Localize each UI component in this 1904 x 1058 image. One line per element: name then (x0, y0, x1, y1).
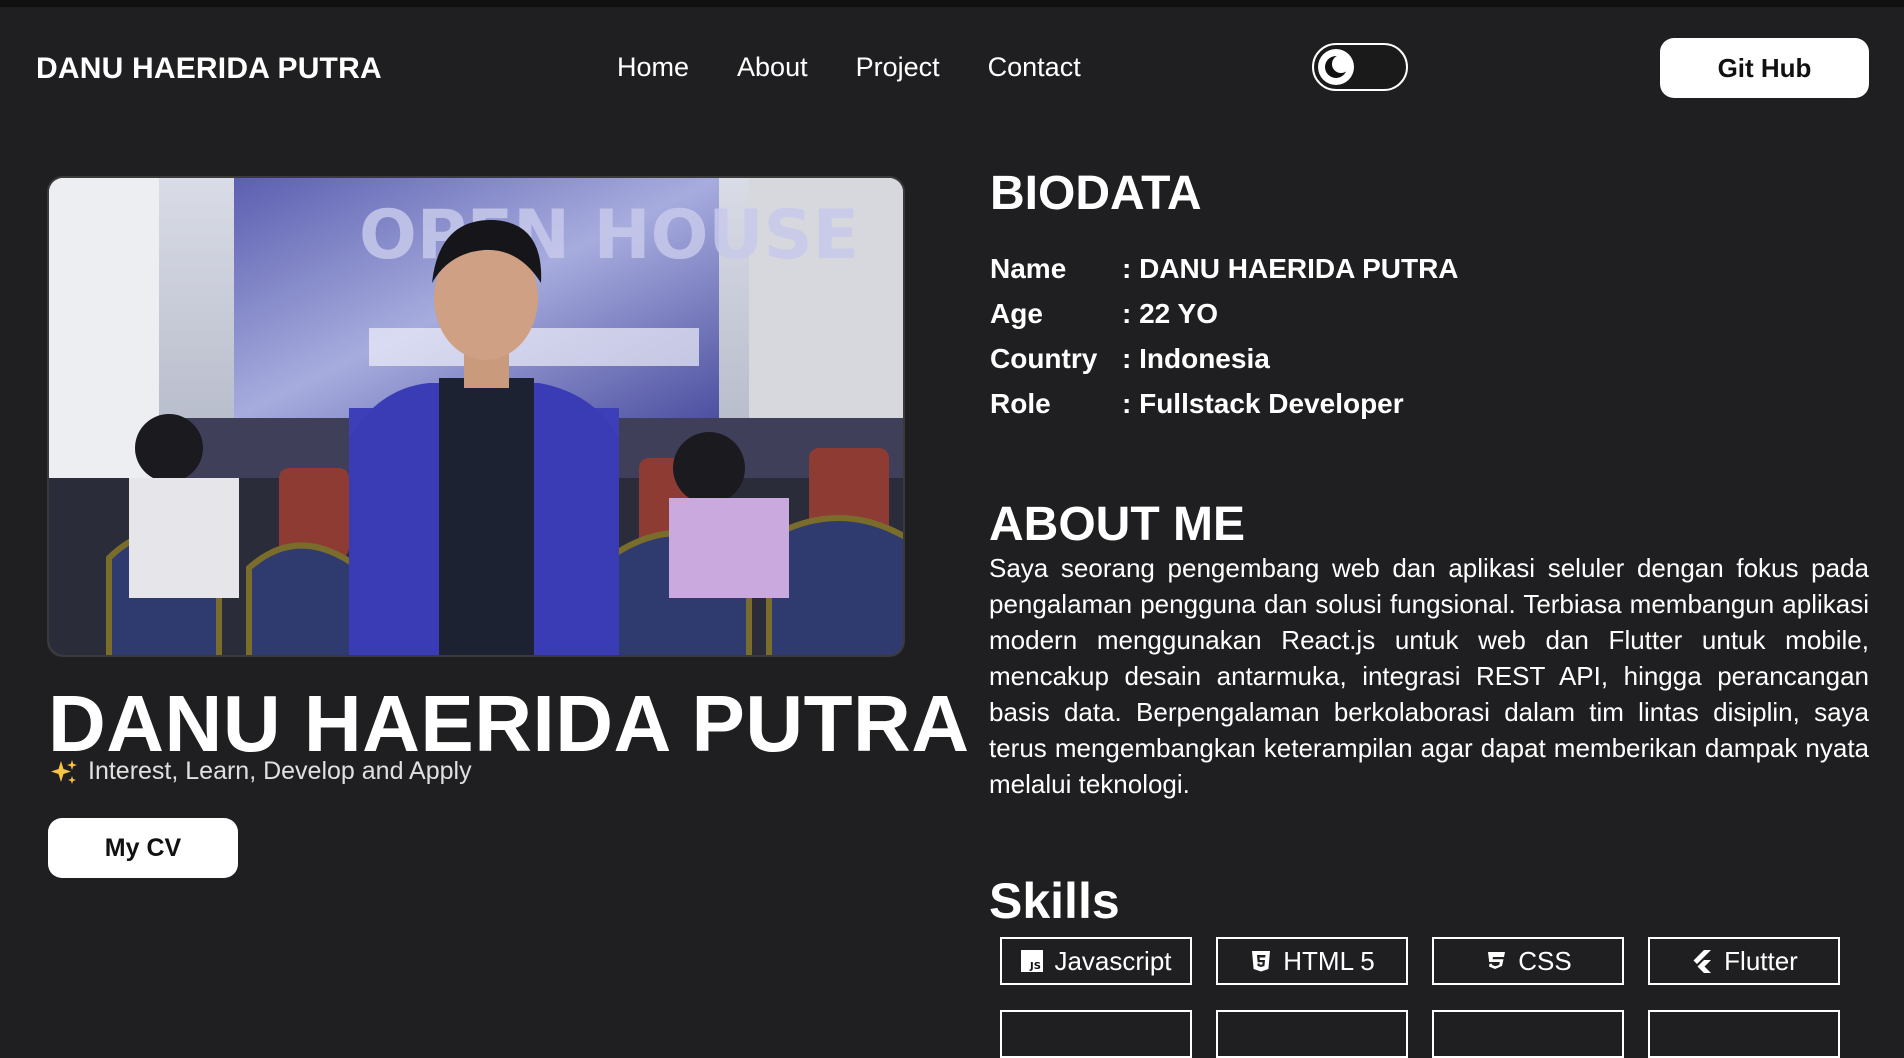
svg-text:JS: JS (1029, 961, 1041, 972)
skill-html5[interactable]: HTML 5 (1216, 937, 1408, 985)
biodata-value: : Indonesia (1122, 342, 1270, 374)
main-nav: Home About Project Contact (617, 52, 1129, 83)
biodata-key: Age (990, 297, 1043, 329)
site-brand[interactable]: DANU HAERIDA PUTRA (36, 52, 382, 86)
biodata-row: Age : 22 YO (990, 291, 1459, 336)
nav-contact[interactable]: Contact (988, 52, 1081, 83)
biodata-row: Name : DANU HAERIDA PUTRA (990, 246, 1459, 291)
biodata-key: Role (990, 387, 1051, 419)
skill-javascript[interactable]: JS Javascript (1000, 937, 1192, 985)
skill-label: HTML 5 (1283, 945, 1375, 976)
html5-icon (1252, 951, 1271, 972)
theme-toggle[interactable] (1312, 43, 1408, 91)
skill-flutter[interactable]: Flutter (1648, 937, 1840, 985)
my-cv-button[interactable]: My CV (48, 818, 238, 878)
sparkles-icon (51, 759, 77, 784)
skill-card-partial[interactable] (1000, 1010, 1192, 1058)
profile-photo: OPEN HOUSE (47, 176, 905, 657)
flutter-icon (1693, 950, 1712, 973)
svg-text:OPEN HOUSE: OPEN HOUSE (359, 196, 859, 275)
profile-photo-image: OPEN HOUSE (49, 178, 903, 655)
skill-card-partial[interactable] (1432, 1010, 1624, 1058)
skill-css[interactable]: CSS (1432, 937, 1624, 985)
biodata-value: : 22 YO (1122, 297, 1218, 329)
about-text: Saya seorang pengembang web dan aplikasi… (989, 553, 1869, 799)
skills-title: Skills (989, 873, 1120, 929)
biodata-title: BIODATA (990, 167, 1202, 220)
biodata-key: Name (990, 252, 1067, 284)
biodata-value: : Fullstack Developer (1122, 387, 1404, 419)
skill-label: Javascript (1054, 945, 1172, 976)
biodata-key: Country (990, 342, 1098, 374)
nav-about[interactable]: About (737, 52, 808, 83)
skill-card-partial[interactable] (1648, 1010, 1840, 1058)
biodata-value: : DANU HAERIDA PUTRA (1122, 252, 1459, 284)
tagline-text: Interest, Learn, Develop and Apply (88, 757, 472, 785)
tagline: Interest, Learn, Develop and Apply (50, 757, 472, 786)
skill-label: CSS (1518, 945, 1572, 976)
about-title: ABOUT ME (989, 498, 1245, 551)
moon-icon (1325, 55, 1350, 78)
biodata-table: Name : DANU HAERIDA PUTRA Age : 22 YO Co… (990, 246, 1459, 426)
css3-icon (1488, 952, 1506, 969)
skill-card-partial[interactable] (1216, 1010, 1408, 1058)
nav-project[interactable]: Project (856, 52, 940, 83)
top-border (0, 0, 1904, 7)
toggle-knob (1318, 49, 1354, 85)
javascript-icon: JS (1021, 950, 1044, 972)
github-button[interactable]: Git Hub (1660, 38, 1869, 98)
biodata-row: Role : Fullstack Developer (990, 381, 1459, 426)
biodata-row: Country : Indonesia (990, 336, 1459, 381)
skill-label: Flutter (1724, 945, 1798, 976)
nav-home[interactable]: Home (617, 52, 689, 83)
